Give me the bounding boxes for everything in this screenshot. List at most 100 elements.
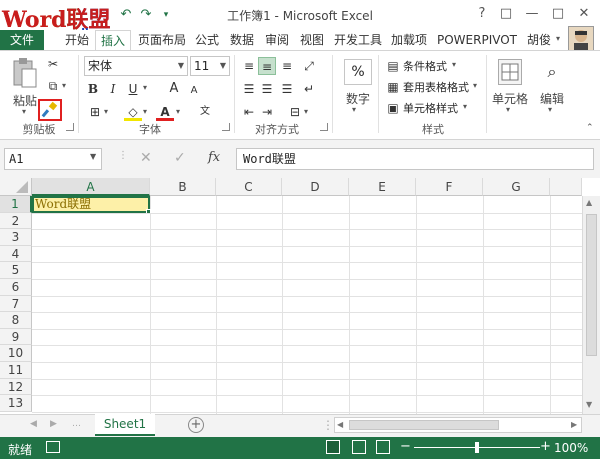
name-box[interactable]: A1 bbox=[4, 148, 102, 170]
underline-button[interactable]: U bbox=[124, 80, 142, 98]
wrap-text-icon[interactable]: ↵ bbox=[300, 80, 318, 98]
row-header[interactable]: 11 bbox=[0, 362, 32, 379]
row-header[interactable]: 2 bbox=[0, 212, 32, 230]
sheet-menu-icon[interactable]: … bbox=[72, 419, 81, 429]
merge-center-icon[interactable]: ⊟ bbox=[286, 103, 304, 121]
scroll-left-icon[interactable]: ◀ bbox=[337, 420, 343, 429]
conditional-format-button[interactable]: 条件格式 bbox=[403, 58, 447, 74]
number-format-button[interactable]: 数字 bbox=[338, 89, 378, 108]
undo-icon[interactable]: ↶ bbox=[118, 7, 134, 23]
scroll-up-icon[interactable]: ▲ bbox=[586, 198, 592, 207]
underline-chevron-icon[interactable]: ▾ bbox=[143, 83, 147, 92]
zoom-in-button[interactable]: + bbox=[540, 439, 551, 454]
cell-styles-icon[interactable]: ▣ bbox=[384, 99, 402, 117]
tab-home-label[interactable]: 开始 bbox=[60, 30, 94, 50]
user-name[interactable]: 胡俊 bbox=[524, 30, 554, 50]
align-right-icon[interactable]: ☰ bbox=[278, 80, 296, 98]
column-header[interactable]: D bbox=[282, 178, 349, 196]
close-button[interactable]: ✕ bbox=[572, 4, 596, 24]
page-layout-view-icon[interactable] bbox=[352, 440, 366, 454]
tab-review[interactable]: 审阅 bbox=[262, 30, 292, 50]
editing-chevron-icon[interactable]: ▾ bbox=[548, 105, 552, 114]
align-left-icon[interactable]: ☰ bbox=[240, 80, 258, 98]
orientation-icon[interactable]: ⤢ bbox=[300, 57, 318, 75]
bold-button[interactable]: B bbox=[84, 80, 102, 98]
column-header[interactable]: E bbox=[349, 178, 416, 196]
shrink-font-icon[interactable]: A bbox=[185, 82, 203, 100]
copy-icon[interactable]: ⧉ bbox=[44, 77, 62, 95]
fill-color-chevron-icon[interactable]: ▾ bbox=[143, 107, 147, 116]
alignment-launcher-icon[interactable] bbox=[320, 123, 328, 131]
tab-page-layout[interactable]: 页面布局 bbox=[137, 30, 187, 50]
macro-record-icon[interactable] bbox=[46, 441, 60, 453]
fill-color-icon[interactable]: ◇ bbox=[124, 103, 142, 121]
row-header[interactable]: 7 bbox=[0, 295, 32, 313]
column-header[interactable]: C bbox=[216, 178, 282, 196]
tab-data[interactable]: 数据 bbox=[227, 30, 257, 50]
cut-icon[interactable]: ✂ bbox=[44, 55, 62, 73]
merge-chevron-icon[interactable]: ▾ bbox=[304, 107, 308, 116]
copy-chevron-icon[interactable]: ▾ bbox=[62, 81, 66, 90]
vertical-scrollbar[interactable]: ▲ ▼ bbox=[582, 196, 600, 414]
scroll-right-icon[interactable]: ▶ bbox=[571, 420, 577, 429]
table-chevron-icon[interactable]: ▾ bbox=[473, 81, 477, 90]
tab-file[interactable]: 文件 bbox=[0, 30, 44, 50]
row-header[interactable]: 9 bbox=[0, 328, 32, 346]
format-painter-icon[interactable] bbox=[38, 99, 62, 121]
row-header[interactable]: 1 bbox=[0, 196, 32, 213]
zoom-out-button[interactable]: − bbox=[400, 439, 411, 454]
decrease-indent-icon[interactable]: ⇤ bbox=[240, 103, 258, 121]
prev-sheet-icon[interactable]: ◀ bbox=[30, 419, 37, 429]
tab-insert-label[interactable]: 插入 bbox=[95, 30, 131, 50]
maximize-button[interactable]: □ bbox=[546, 4, 570, 24]
row-header[interactable]: 3 bbox=[0, 229, 32, 246]
column-header[interactable]: B bbox=[150, 178, 216, 196]
scroll-thumb[interactable] bbox=[586, 214, 597, 356]
font-name-select[interactable]: 宋体 ▼ bbox=[84, 56, 188, 76]
tab-addins[interactable]: 加载项 bbox=[389, 30, 429, 50]
horizontal-scroll-thumb[interactable] bbox=[349, 420, 499, 430]
scroll-down-icon[interactable]: ▼ bbox=[586, 400, 592, 409]
borders-icon[interactable]: ⊞ bbox=[86, 103, 104, 121]
cells-icon[interactable] bbox=[498, 59, 522, 85]
horizontal-scrollbar[interactable]: ◀ ▶ bbox=[334, 417, 582, 433]
align-bottom-icon[interactable]: ≡ bbox=[278, 57, 296, 75]
format-as-table-button[interactable]: 套用表格格式 bbox=[403, 79, 469, 95]
align-middle-icon[interactable]: ≡ bbox=[258, 57, 276, 75]
next-sheet-icon[interactable]: ▶ bbox=[50, 419, 57, 429]
page-break-view-icon[interactable] bbox=[376, 440, 390, 454]
column-header[interactable]: A bbox=[32, 178, 150, 196]
enter-entry-button[interactable]: ✓ bbox=[174, 150, 186, 166]
align-top-icon[interactable]: ≡ bbox=[240, 57, 258, 75]
increase-indent-icon[interactable]: ⇥ bbox=[258, 103, 276, 121]
cell-a1[interactable]: Word联盟 bbox=[32, 196, 150, 213]
user-menu-chevron-icon[interactable]: ▾ bbox=[556, 34, 560, 43]
row-header[interactable]: 5 bbox=[0, 262, 32, 279]
font-launcher-icon[interactable] bbox=[222, 123, 230, 131]
row-header[interactable]: 13 bbox=[0, 395, 32, 412]
number-chevron-icon[interactable]: ▾ bbox=[352, 105, 356, 114]
tab-formulas[interactable]: 公式 bbox=[192, 30, 222, 50]
cell-styles-chevron-icon[interactable]: ▾ bbox=[463, 102, 467, 111]
zoom-slider-thumb[interactable] bbox=[475, 442, 479, 453]
minimize-button[interactable]: — bbox=[520, 4, 544, 24]
name-box-chevron-icon[interactable]: ▼ bbox=[90, 152, 96, 161]
column-header[interactable]: G bbox=[483, 178, 550, 196]
format-as-table-icon[interactable]: ▦ bbox=[384, 78, 402, 96]
normal-view-icon[interactable] bbox=[326, 440, 340, 454]
paste-icon[interactable] bbox=[10, 57, 38, 89]
borders-chevron-icon[interactable]: ▾ bbox=[104, 107, 108, 116]
row-header[interactable]: 6 bbox=[0, 279, 32, 296]
font-color-icon[interactable]: A bbox=[156, 103, 174, 121]
insert-function-button[interactable]: fx bbox=[208, 150, 220, 165]
cell-styles-button[interactable]: 单元格样式 bbox=[403, 100, 458, 116]
avatar[interactable] bbox=[568, 26, 594, 52]
phonetic-icon[interactable]: 文 bbox=[196, 103, 214, 121]
cells-chevron-icon[interactable]: ▾ bbox=[506, 105, 510, 114]
grow-font-icon[interactable]: A bbox=[165, 80, 183, 98]
row-header[interactable]: 12 bbox=[0, 378, 32, 396]
italic-button[interactable]: I bbox=[104, 80, 122, 98]
worksheet-grid[interactable]: A B C D E F G Word联盟 ▲ ▼ 1 2 3 4 5 6 7 8 9 10 11 12… bbox=[0, 178, 600, 414]
row-header[interactable]: 4 bbox=[0, 245, 32, 263]
binoculars-icon[interactable]: ⌕ bbox=[540, 59, 564, 85]
